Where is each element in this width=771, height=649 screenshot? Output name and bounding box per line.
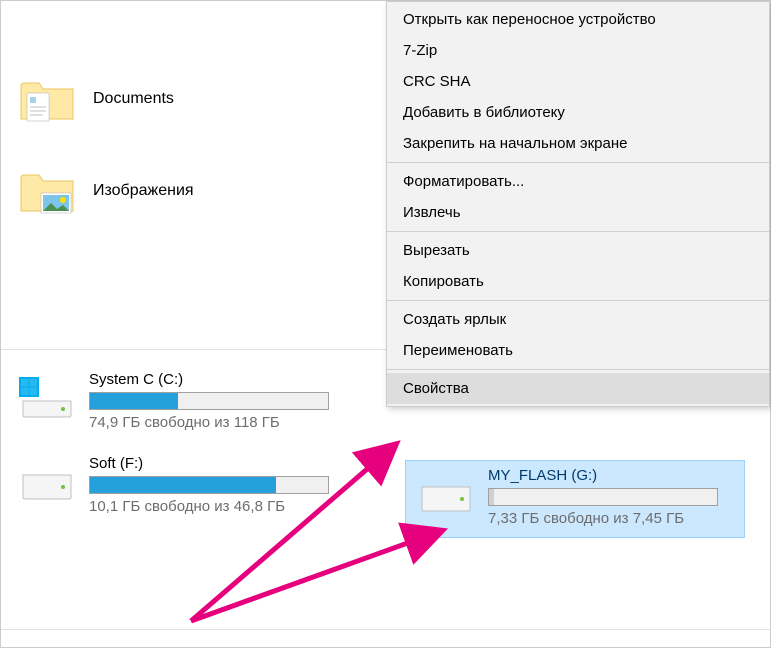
drive-flash-g-label: MY_FLASH (G:) <box>488 467 734 484</box>
drive-flash-g-status: 7,33 ГБ свободно из 7,45 ГБ <box>488 510 734 527</box>
menu-cut[interactable]: Вырезать <box>387 235 769 266</box>
drive-soft-f-label: Soft (F:) <box>89 455 369 472</box>
drive-soft-f-status: 10,1 ГБ свободно из 46,8 ГБ <box>89 498 369 515</box>
menu-separator-4 <box>387 369 769 370</box>
folders-panel: Documents Изображения <box>17 61 387 245</box>
drive-flash-g[interactable]: MY_FLASH (G:) 7,33 ГБ свободно из 7,45 Г… <box>405 460 745 538</box>
menu-separator-2 <box>387 231 769 232</box>
drive-soft-f-icon <box>17 455 77 509</box>
menu-rename[interactable]: Переименовать <box>387 335 769 366</box>
window-bottom-frame <box>1 629 771 647</box>
drive-soft-f-body: Soft (F:) 10,1 ГБ свободно из 46,8 ГБ <box>89 455 369 515</box>
menu-separator-3 <box>387 300 769 301</box>
drive-system-c-status: 74,9 ГБ свободно из 118 ГБ <box>89 414 369 431</box>
folder-documents-label: Documents <box>93 90 174 108</box>
menu-crc-sha[interactable]: CRC SHA <box>387 66 769 97</box>
drive-flash-g-icon <box>416 467 476 521</box>
folder-images-label: Изображения <box>93 182 194 200</box>
menu-create-shortcut[interactable]: Создать ярлык <box>387 304 769 335</box>
menu-add-library[interactable]: Добавить в библиотеку <box>387 97 769 128</box>
section-divider <box>1 349 391 350</box>
drive-system-c-label: System C (C:) <box>89 371 369 388</box>
menu-separator-1 <box>387 162 769 163</box>
drive-soft-f-bar <box>89 476 329 494</box>
menu-pin-start[interactable]: Закрепить на начальном экране <box>387 128 769 159</box>
folder-documents[interactable]: Documents <box>17 61 387 137</box>
menu-copy[interactable]: Копировать <box>387 266 769 297</box>
menu-open-portable[interactable]: Открыть как переносное устройство <box>387 4 769 35</box>
drive-system-c-icon <box>17 371 77 425</box>
menu-properties[interactable]: Свойства <box>387 373 769 404</box>
folder-images-icon <box>17 163 77 219</box>
menu-format[interactable]: Форматировать... <box>387 166 769 197</box>
drive-soft-f-bar-fill <box>90 477 276 493</box>
drive-flash-g-body: MY_FLASH (G:) 7,33 ГБ свободно из 7,45 Г… <box>488 467 734 527</box>
context-menu: Открыть как переносное устройство 7-Zip … <box>386 1 770 407</box>
drive-system-c-body: System C (C:) 74,9 ГБ свободно из 118 ГБ <box>89 371 369 431</box>
menu-eject[interactable]: Извлечь <box>387 197 769 228</box>
drive-flash-g-bar <box>488 488 718 506</box>
folder-documents-icon <box>17 71 77 127</box>
drive-system-c-bar-fill <box>90 393 178 409</box>
drive-flash-g-bar-fill <box>489 489 494 505</box>
drive-system-c-bar <box>89 392 329 410</box>
folder-images[interactable]: Изображения <box>17 153 387 229</box>
menu-7zip[interactable]: 7-Zip <box>387 35 769 66</box>
